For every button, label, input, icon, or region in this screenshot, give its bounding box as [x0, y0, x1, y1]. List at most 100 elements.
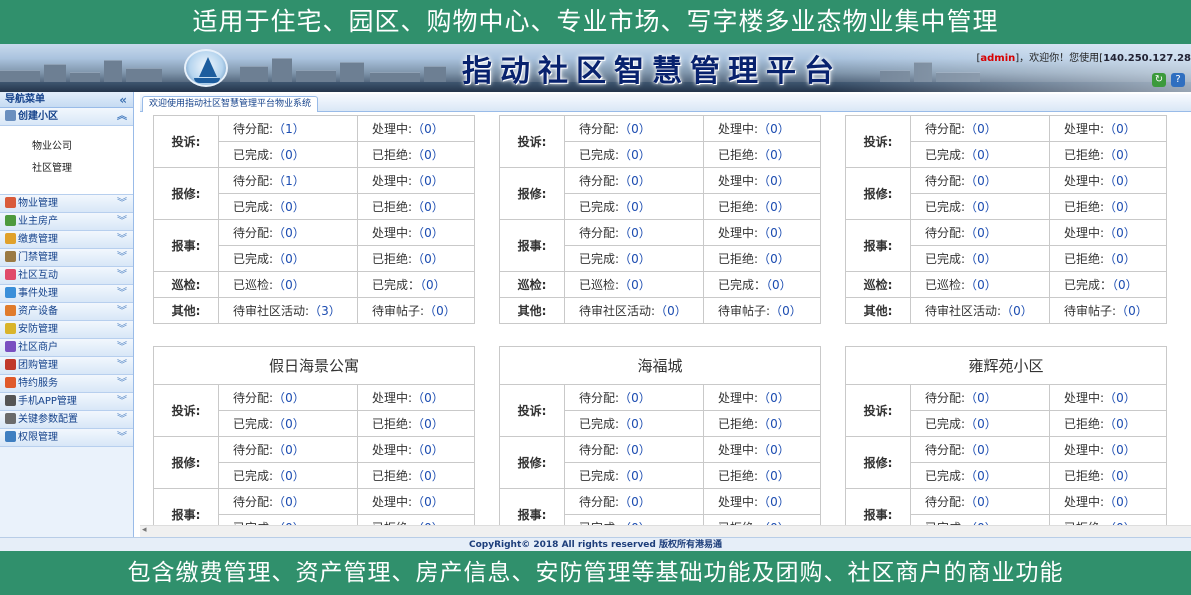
count-value[interactable]: （0） — [412, 443, 444, 457]
stat-processing[interactable]: 处理中:（0） — [1049, 436, 1167, 463]
stat-rejected[interactable]: 已拒绝:（0） — [1049, 141, 1167, 168]
count-value[interactable]: （0） — [1104, 495, 1136, 509]
sidebar-group-3[interactable]: 缴费管理 ︾ — [0, 231, 133, 249]
count-value[interactable]: （0） — [424, 304, 456, 318]
chevron-down-icon[interactable]: ︾ — [117, 231, 127, 248]
chevron-down-icon[interactable]: ︾ — [117, 213, 127, 230]
count-value[interactable]: （0） — [965, 200, 997, 214]
sidebar-group-9[interactable]: 社区商户 ︾ — [0, 339, 133, 357]
stat-rejected[interactable]: 已拒绝:（0） — [703, 193, 821, 220]
count-value[interactable]: （0） — [273, 417, 305, 431]
count-value[interactable]: （0） — [1104, 417, 1136, 431]
stat-processing[interactable]: 处理中:（0） — [1049, 384, 1167, 411]
count-value[interactable]: （0） — [758, 391, 790, 405]
count-value[interactable]: （0） — [965, 278, 997, 292]
stat-processing[interactable]: 处理中:（0） — [1049, 488, 1167, 515]
count-value[interactable]: （0） — [273, 148, 305, 162]
count-value[interactable]: （0） — [965, 495, 997, 509]
sidebar-group-13[interactable]: 关键参数配置 ︾ — [0, 411, 133, 429]
count-value[interactable]: （0） — [965, 148, 997, 162]
stat-completed[interactable]: 已完成:（0） — [218, 514, 358, 525]
count-value[interactable]: （0） — [619, 200, 651, 214]
count-value[interactable]: （0） — [965, 443, 997, 457]
count-value[interactable]: （0） — [412, 226, 444, 240]
count-value[interactable]: （0） — [1104, 469, 1136, 483]
sidebar-group-11[interactable]: 特约服务 ︾ — [0, 375, 133, 393]
stat-pending[interactable]: 待分配:（0） — [910, 219, 1050, 246]
stat-rejected[interactable]: 已拒绝:（0） — [703, 141, 821, 168]
count-value[interactable]: （0） — [412, 122, 444, 136]
count-value[interactable]: （0） — [770, 304, 802, 318]
tab-welcome[interactable]: 欢迎使用指动社区智慧管理平台物业系统 — [142, 96, 319, 112]
count-value[interactable]: （0） — [619, 148, 651, 162]
chevron-up-icon[interactable]: ︽ — [117, 108, 127, 125]
stat-completed[interactable]: 已完成:（0） — [564, 193, 704, 220]
stat-completed[interactable]: 已完成:（0） — [218, 193, 358, 220]
stat-pending[interactable]: 待分配:（0） — [564, 488, 704, 515]
count-value[interactable]: （0） — [965, 469, 997, 483]
chevron-down-icon[interactable]: ︾ — [117, 267, 127, 284]
count-value[interactable]: （0） — [619, 495, 651, 509]
stat-completed[interactable]: 已完成:（0） — [564, 245, 704, 272]
chevron-down-icon[interactable]: ︾ — [117, 285, 127, 302]
stat-completed[interactable]: 已完成:（0） — [910, 193, 1050, 220]
chevron-down-icon[interactable]: ︾ — [117, 375, 127, 392]
count-value[interactable]: （0） — [273, 469, 305, 483]
count-value[interactable]: （0） — [758, 226, 790, 240]
stat-completed[interactable]: 已完成:（0） — [910, 514, 1050, 525]
sidebar-group-10[interactable]: 团购管理 ︾ — [0, 357, 133, 375]
count-value[interactable]: （0） — [412, 391, 444, 405]
sidebar-subitem[interactable]: 物业公司 — [0, 136, 133, 158]
sidebar-group-0[interactable]: 创建小区 ︽ — [0, 108, 133, 126]
count-value[interactable]: （0） — [965, 391, 997, 405]
stat-pending[interactable]: 待分配:（0） — [564, 167, 704, 194]
sidebar-group-2[interactable]: 业主房产 ︾ — [0, 213, 133, 231]
count-value[interactable]: （0） — [412, 495, 444, 509]
sidebar-group-4[interactable]: 门禁管理 ︾ — [0, 249, 133, 267]
patrol-stat-b[interactable]: 已完成：（0） — [703, 271, 821, 298]
stat-completed[interactable]: 已完成:（0） — [910, 410, 1050, 437]
stat-pending[interactable]: 待分配:（1） — [218, 115, 358, 142]
patrol-stat-a[interactable]: 已巡检:（0） — [218, 271, 358, 298]
stat-rejected[interactable]: 已拒绝:（0） — [703, 410, 821, 437]
count-value[interactable]: （0） — [273, 200, 305, 214]
stat-rejected[interactable]: 已拒绝:（0） — [357, 462, 475, 489]
count-value[interactable]: （0） — [758, 252, 790, 266]
patrol-stat-a[interactable]: 已巡检:（0） — [910, 271, 1050, 298]
stat-completed[interactable]: 已完成:（0） — [564, 410, 704, 437]
stat-rejected[interactable]: 已拒绝:（0） — [1049, 462, 1167, 489]
username-link[interactable]: admin — [980, 53, 1015, 64]
count-value[interactable]: （0） — [766, 278, 792, 292]
stat-processing[interactable]: 处理中:（0） — [357, 115, 475, 142]
count-value[interactable]: （0） — [412, 174, 444, 188]
stat-completed[interactable]: 已完成:（0） — [910, 245, 1050, 272]
stat-completed[interactable]: 已完成:（0） — [218, 141, 358, 168]
stat-completed[interactable]: 已完成:（0） — [910, 141, 1050, 168]
count-value[interactable]: （0） — [619, 252, 651, 266]
double-chevron-left-icon[interactable]: « — [119, 92, 127, 108]
count-value[interactable]: （3） — [309, 304, 341, 318]
count-value[interactable]: （0） — [758, 174, 790, 188]
patrol-stat-b[interactable]: 已完成：（0） — [357, 271, 475, 298]
sidebar-group-14[interactable]: 权限管理 ︾ — [0, 429, 133, 447]
sidebar-group-7[interactable]: 资产设备 ︾ — [0, 303, 133, 321]
count-value[interactable]: （0） — [619, 391, 651, 405]
count-value[interactable]: （0） — [273, 443, 305, 457]
stat-pending[interactable]: 待分配:（0） — [910, 436, 1050, 463]
stat-processing[interactable]: 处理中:（0） — [1049, 115, 1167, 142]
stat-completed[interactable]: 已完成:（0） — [564, 514, 704, 525]
stat-pending[interactable]: 待分配:（0） — [218, 219, 358, 246]
stat-completed[interactable]: 已完成:（0） — [564, 462, 704, 489]
patrol-stat-a[interactable]: 已巡检:（0） — [564, 271, 704, 298]
stat-rejected[interactable]: 已拒绝:（0） — [357, 193, 475, 220]
count-value[interactable]: （0） — [1112, 278, 1138, 292]
chevron-down-icon[interactable]: ︾ — [117, 429, 127, 446]
count-value[interactable]: （0） — [273, 495, 305, 509]
other-stat-a[interactable]: 待审社区活动:（0） — [564, 297, 704, 324]
stat-pending[interactable]: 待分配:（0） — [910, 115, 1050, 142]
refresh-icon[interactable]: ↻ — [1152, 73, 1166, 87]
count-value[interactable]: （0） — [619, 122, 651, 136]
count-value[interactable]: （0） — [1104, 226, 1136, 240]
sidebar-group-5[interactable]: 社区互动 ︾ — [0, 267, 133, 285]
chevron-down-icon[interactable]: ︾ — [117, 321, 127, 338]
